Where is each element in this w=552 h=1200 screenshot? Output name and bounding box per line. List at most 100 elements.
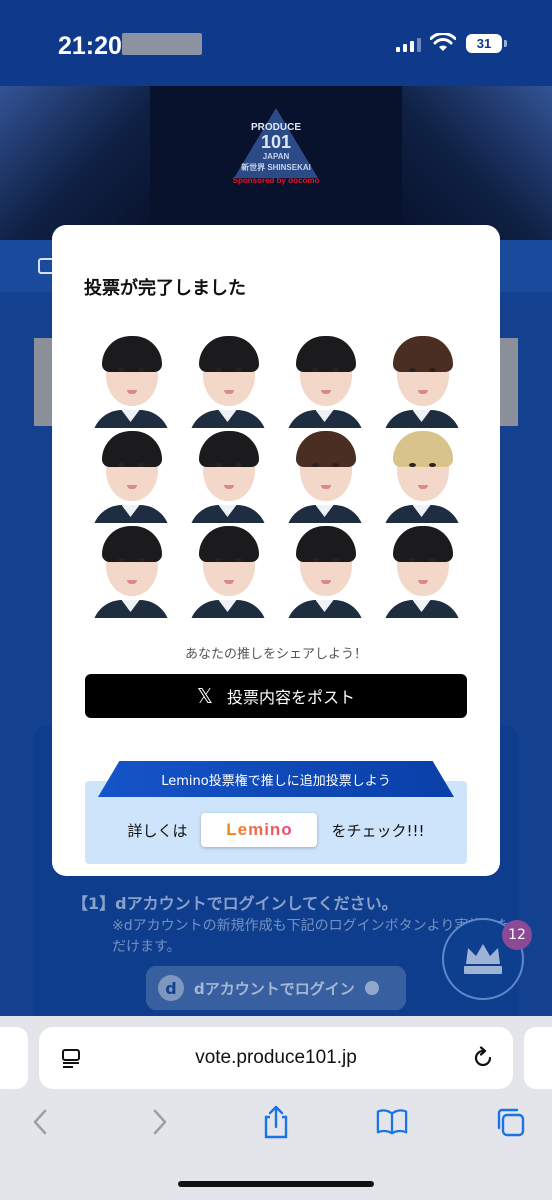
mouth [126, 485, 137, 489]
portrait-grid [82, 333, 470, 618]
battery-icon: 31 [466, 34, 502, 53]
portrait-photo [285, 524, 364, 618]
trainee-portrait [179, 428, 276, 523]
trainee-portrait [373, 523, 470, 618]
mouth [223, 390, 234, 394]
eye [428, 558, 436, 562]
trainee-portrait [276, 428, 373, 523]
crown-icon [464, 944, 502, 974]
mouth [223, 580, 234, 584]
wifi-icon [430, 33, 456, 51]
banner-pattern-right [402, 86, 552, 240]
eye [234, 368, 242, 372]
trainee-portrait [179, 523, 276, 618]
hair [392, 526, 453, 562]
home-indicator [178, 1181, 374, 1187]
mouth [417, 390, 428, 394]
mouth [320, 580, 331, 584]
d-account-login-button[interactable]: d dアカウントでログイン [146, 966, 406, 1010]
address-bar[interactable]: vote.produce101.jp [39, 1027, 513, 1089]
check-suffix: をチェック!!! [331, 821, 425, 840]
login-button-label: dアカウントでログイン [194, 979, 355, 998]
logo-sponsor: Sponsored by docomo [232, 176, 320, 185]
mouth [223, 485, 234, 489]
eye [408, 558, 416, 562]
banner-pattern-left [0, 86, 150, 240]
eye [214, 558, 222, 562]
redacted-area [122, 33, 202, 55]
logo-japan: JAPAN [262, 152, 290, 161]
portrait-photo [382, 429, 461, 523]
hair [295, 526, 356, 562]
eye [311, 368, 319, 372]
eye [117, 558, 125, 562]
portrait-photo [285, 334, 364, 428]
mouth [417, 485, 428, 489]
trainee-portrait [276, 523, 373, 618]
post-to-x-button[interactable]: 𝕏 投票内容をポスト [85, 674, 467, 718]
mouth [126, 580, 137, 584]
share-hint: あなたの推しをシェアしよう！ [184, 647, 367, 662]
hair [295, 431, 356, 467]
login-step-title: 【1】dアカウントでログインしてください。 [72, 894, 398, 913]
background-block-right [498, 338, 518, 426]
mouth [320, 390, 331, 394]
notification-badge: 12 [502, 920, 532, 950]
portrait-photo [91, 334, 170, 428]
portrait-photo [382, 524, 461, 618]
vote-complete-modal: 投票が完了しました あなたの推しをシェアしよう！ 𝕏 投票内容をポスト Lemi… [52, 225, 500, 876]
eye [117, 368, 125, 372]
portrait-photo [91, 524, 170, 618]
mouth [320, 485, 331, 489]
share-icon[interactable] [260, 1105, 292, 1139]
previous-tab-preview[interactable] [0, 1027, 28, 1089]
eye [408, 463, 416, 467]
portrait-photo [382, 334, 461, 428]
trainee-portrait [276, 333, 373, 428]
hair [198, 431, 259, 467]
lemino-ribbon-label: Lemino投票権で推しに追加投票しよう [161, 773, 391, 789]
eye [311, 558, 319, 562]
eye [137, 463, 145, 467]
status-bar: 21:20 31 [0, 0, 552, 86]
bookmarks-icon[interactable] [376, 1106, 408, 1138]
hair [295, 336, 356, 372]
eye [331, 463, 339, 467]
post-button-label: 投票内容をポスト [227, 688, 356, 707]
status-time: 21:20 [58, 32, 122, 60]
url-text: vote.produce101.jp [195, 1047, 357, 1068]
eye [117, 463, 125, 467]
hair [392, 336, 453, 372]
eye [331, 368, 339, 372]
eye [214, 368, 222, 372]
hair [198, 336, 259, 372]
eye [137, 368, 145, 372]
lemino-link-button[interactable]: Lemino [201, 813, 318, 847]
mouth [417, 580, 428, 584]
modal-title: 投票が完了しました [84, 278, 246, 299]
eye [331, 558, 339, 562]
trainee-portrait [82, 428, 179, 523]
portrait-photo [91, 429, 170, 523]
eye [428, 368, 436, 372]
trainee-portrait [179, 333, 276, 428]
trainee-portrait [82, 333, 179, 428]
eye [214, 463, 222, 467]
forward-icon[interactable] [144, 1106, 176, 1138]
signal-icon [396, 36, 421, 52]
next-tab-preview[interactable] [524, 1027, 552, 1089]
d-account-icon: d [158, 975, 184, 1001]
eye [234, 463, 242, 467]
battery-level: 31 [476, 36, 492, 51]
eye [408, 368, 416, 372]
back-icon[interactable] [24, 1106, 56, 1138]
portrait-photo [285, 429, 364, 523]
tabs-icon[interactable] [494, 1106, 526, 1138]
trainee-portrait [373, 333, 470, 428]
mouth [126, 390, 137, 394]
hair [101, 431, 162, 467]
portrait-photo [188, 334, 267, 428]
header-banner: PRODUCE 101 JAPAN 新世界 SHINSEKAI Sponsore… [0, 86, 552, 240]
reload-icon[interactable] [471, 1046, 495, 1070]
eye [137, 558, 145, 562]
